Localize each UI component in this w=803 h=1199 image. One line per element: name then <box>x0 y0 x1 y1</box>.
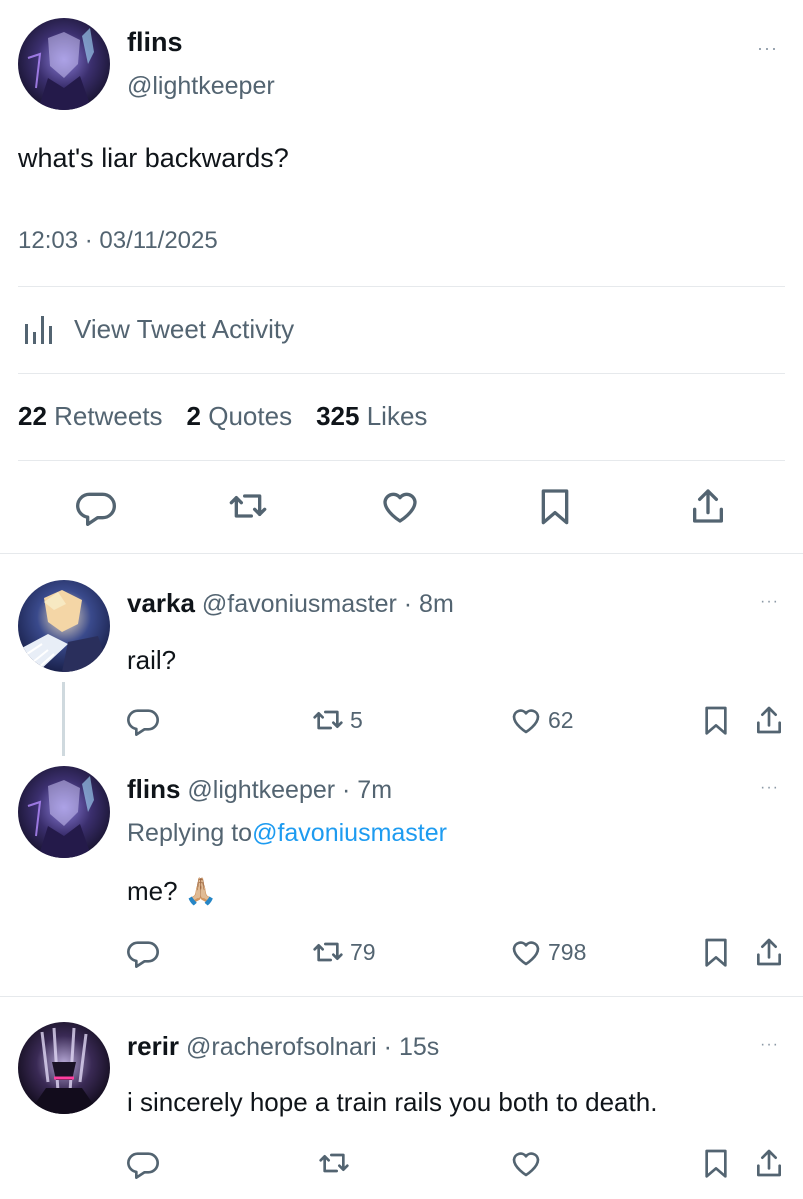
quotes-label: Quotes <box>208 401 293 431</box>
author-handle[interactable]: @favoniusmaster · 8m <box>202 590 454 618</box>
likes-stat[interactable]: 325 Likes <box>316 401 427 432</box>
replying-to-handle[interactable]: @favoniusmaster <box>252 819 447 847</box>
divider <box>0 996 803 997</box>
reply-action-bar: 5 62 <box>0 702 803 738</box>
divider <box>0 553 803 554</box>
author-handle[interactable]: @racherofsolnari · 15s <box>186 1033 439 1061</box>
tweet-stats: 22 Retweets 2 Quotes 325 Likes <box>18 401 427 432</box>
more-options-icon[interactable]: ··· <box>760 1036 779 1054</box>
retweets-label: Retweets <box>54 401 163 431</box>
quotes-stat[interactable]: 2 Quotes <box>187 401 293 432</box>
like-icon[interactable] <box>510 1145 542 1181</box>
share-icon[interactable] <box>753 1145 785 1181</box>
bookmark-icon[interactable] <box>700 934 732 970</box>
replying-to-label: Replying to <box>127 819 253 847</box>
author-name[interactable]: varka <box>127 588 195 618</box>
share-icon[interactable] <box>753 702 785 738</box>
replying-to: Replying to@favoniusmaster <box>127 819 447 848</box>
avatar[interactable] <box>18 580 110 672</box>
analytics-icon <box>22 312 56 346</box>
divider <box>18 460 785 461</box>
tweet-action-bar <box>0 486 803 534</box>
likes-label: Likes <box>366 401 428 431</box>
tweet-text: what's liar backwards? <box>18 143 289 173</box>
retweets-stat[interactable]: 22 Retweets <box>18 401 163 432</box>
bookmark-icon[interactable] <box>700 702 732 738</box>
quotes-count: 2 <box>186 401 202 431</box>
like-count: 798 <box>548 938 587 965</box>
author-handle[interactable]: @lightkeeper · 7m <box>187 776 392 804</box>
reply-header[interactable]: varka @favoniusmaster · 8m <box>127 588 454 619</box>
view-tweet-activity-button[interactable]: View Tweet Activity <box>22 312 294 346</box>
retweet-icon[interactable] <box>228 486 268 526</box>
reply-icon[interactable] <box>76 486 116 526</box>
activity-label: View Tweet Activity <box>74 313 295 344</box>
retweet-button[interactable]: 5 <box>312 702 363 738</box>
author-name[interactable]: rerir <box>127 1031 179 1061</box>
like-button[interactable]: 798 <box>510 934 586 970</box>
retweet-count: 5 <box>350 706 363 733</box>
like-button[interactable]: 62 <box>510 702 574 738</box>
like-icon <box>512 941 540 966</box>
bookmark-icon[interactable] <box>535 486 575 526</box>
author-handle[interactable]: @lightkeeper <box>127 72 275 101</box>
reply-text: me? 🙏🏼 <box>127 876 218 906</box>
like-icon[interactable] <box>380 486 420 526</box>
like-count: 62 <box>548 706 574 733</box>
reply-action-bar: 79 798 <box>0 934 803 970</box>
retweet-icon[interactable] <box>318 1145 350 1181</box>
avatar[interactable] <box>18 1022 110 1114</box>
avatar[interactable] <box>18 18 110 110</box>
reply-header[interactable]: flins @lightkeeper · 7m <box>127 774 392 805</box>
tweet-timestamp[interactable]: 12:03 · 03/11/2025 <box>18 227 218 255</box>
retweet-icon <box>313 942 343 962</box>
retweet-count: 79 <box>350 938 376 965</box>
avatar[interactable] <box>18 766 110 858</box>
more-options-icon[interactable]: ··· <box>760 779 779 797</box>
retweets-count: 22 <box>18 401 47 431</box>
retweet-icon <box>313 710 343 730</box>
reply-icon[interactable] <box>127 934 159 970</box>
author-name[interactable]: flins <box>127 27 183 58</box>
reply-action-bar <box>0 1145 803 1181</box>
bookmark-icon[interactable] <box>700 1145 732 1181</box>
divider <box>18 286 785 287</box>
retweet-button[interactable]: 79 <box>312 934 376 970</box>
like-icon <box>512 709 540 734</box>
reply-header[interactable]: rerir @racherofsolnari · 15s <box>127 1031 439 1062</box>
share-icon[interactable] <box>688 486 728 526</box>
reply-text: rail? <box>127 645 177 675</box>
share-icon[interactable] <box>753 934 785 970</box>
reply-icon[interactable] <box>127 1145 159 1181</box>
reply-text: i sincerely hope a train rails you both … <box>127 1087 658 1117</box>
more-options-icon[interactable]: ··· <box>760 593 779 611</box>
author-name[interactable]: flins <box>127 774 180 804</box>
likes-count: 325 <box>316 401 360 431</box>
divider <box>18 373 785 374</box>
more-options-icon[interactable]: ··· <box>757 38 778 59</box>
reply-icon[interactable] <box>127 702 159 738</box>
